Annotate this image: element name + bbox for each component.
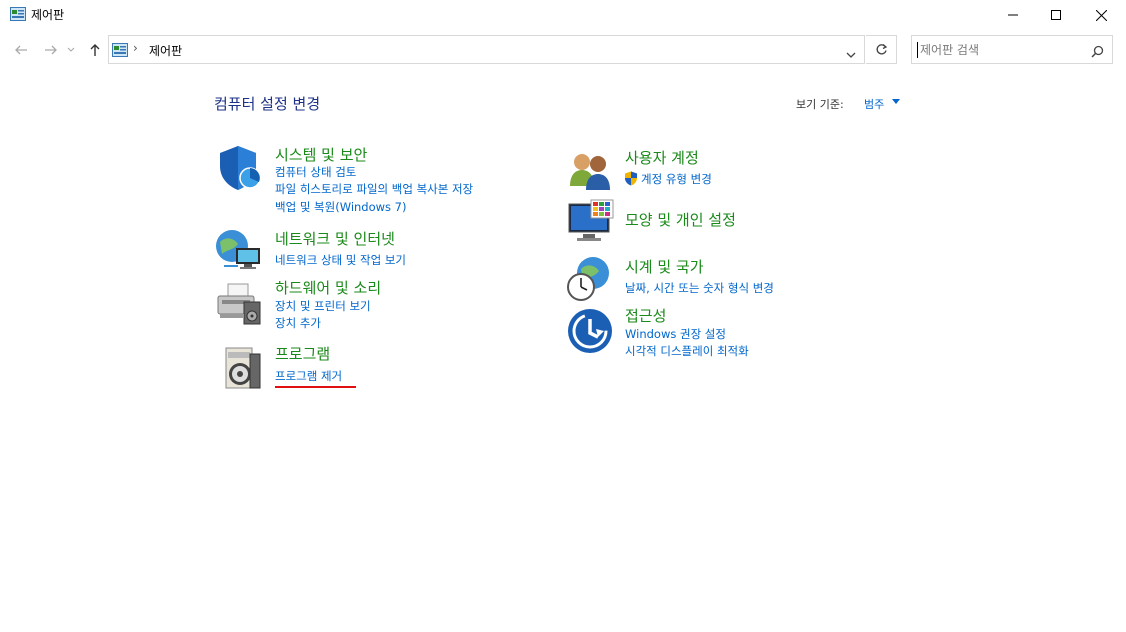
breadcrumb-control-panel[interactable]: 제어판 [149, 42, 182, 59]
link-network-status[interactable]: 네트워크 상태 및 작업 보기 [275, 252, 406, 268]
page-title: 컴퓨터 설정 변경 [214, 95, 321, 113]
address-dropdown-button[interactable] [846, 44, 856, 63]
category-appearance-personalization[interactable]: 모양 및 개인 설정 [625, 209, 736, 230]
breadcrumb-separator[interactable]: › [133, 41, 138, 55]
view-by-dropdown[interactable]: 범주 [864, 96, 884, 112]
magnifier-icon [1091, 45, 1104, 58]
search-icon[interactable] [1091, 43, 1104, 62]
appearance-monitor-icon[interactable] [567, 198, 615, 246]
category-ease-of-access[interactable]: 접근성 [625, 305, 666, 326]
highlight-underline [275, 386, 356, 388]
category-system-security[interactable]: 시스템 및 보안 [275, 144, 367, 165]
dropdown-arrow-icon[interactable] [892, 99, 900, 104]
title-bar: 제어판 [0, 0, 1126, 30]
close-button[interactable] [1078, 0, 1124, 30]
link-optimize-visual-display[interactable]: 시각적 디스플레이 최적화 [625, 343, 749, 359]
link-uninstall-program[interactable]: 프로그램 제거 [275, 368, 342, 384]
category-hardware-sound[interactable]: 하드웨어 및 소리 [275, 277, 381, 298]
window-title: 제어판 [31, 8, 65, 22]
category-user-accounts[interactable]: 사용자 계정 [625, 147, 699, 168]
link-backup-restore[interactable]: 백업 및 복원(Windows 7) [275, 199, 407, 215]
network-globe-icon[interactable] [214, 226, 262, 274]
link-change-account-type[interactable]: 계정 유형 변경 [641, 171, 712, 187]
security-shield-icon[interactable] [214, 144, 262, 192]
chevron-down-icon [67, 47, 75, 52]
category-programs[interactable]: 프로그램 [275, 343, 330, 364]
ease-of-access-icon[interactable] [566, 307, 614, 355]
link-file-history-backup[interactable]: 파일 히스토리로 파일의 백업 복사본 저장 [275, 181, 473, 197]
control-panel-icon [112, 43, 128, 57]
refresh-button[interactable] [866, 35, 897, 64]
search-box[interactable] [911, 35, 1113, 64]
up-button[interactable] [86, 41, 104, 59]
link-add-device[interactable]: 장치 추가 [275, 315, 321, 331]
maximize-icon [1051, 10, 1061, 20]
programs-icon[interactable] [218, 344, 266, 392]
refresh-icon [876, 44, 887, 55]
text-caret [917, 42, 918, 58]
address-bar[interactable]: › 제어판 [108, 35, 865, 64]
close-icon [1095, 9, 1107, 21]
minimize-button[interactable] [990, 0, 1036, 30]
search-input[interactable] [920, 41, 1085, 59]
category-clock-region[interactable]: 시계 및 국가 [625, 256, 704, 277]
navigation-bar: › 제어판 [0, 30, 1126, 70]
category-network-internet[interactable]: 네트워크 및 인터넷 [275, 228, 395, 249]
link-change-date-time-format[interactable]: 날짜, 시간 또는 숫자 형식 변경 [625, 280, 774, 296]
link-review-computer-status[interactable]: 컴퓨터 상태 검토 [275, 164, 356, 180]
link-recommended-settings[interactable]: Windows 권장 설정 [625, 326, 726, 342]
minimize-icon [1008, 14, 1018, 16]
recent-locations-button[interactable] [66, 41, 76, 59]
control-panel-icon [10, 7, 26, 21]
forward-button[interactable] [42, 41, 60, 59]
chevron-down-icon [846, 52, 856, 58]
arrow-left-icon [15, 45, 27, 55]
maximize-button[interactable] [1033, 0, 1079, 30]
back-button[interactable] [12, 41, 30, 59]
arrow-right-icon [45, 45, 57, 55]
clock-globe-icon[interactable] [565, 255, 613, 303]
arrow-up-icon [90, 44, 100, 56]
printer-icon[interactable] [214, 280, 262, 328]
user-accounts-icon[interactable] [566, 146, 614, 194]
view-by-label: 보기 기준: [796, 98, 844, 111]
link-devices-printers[interactable]: 장치 및 프린터 보기 [275, 298, 371, 314]
uac-shield-icon [625, 171, 637, 186]
